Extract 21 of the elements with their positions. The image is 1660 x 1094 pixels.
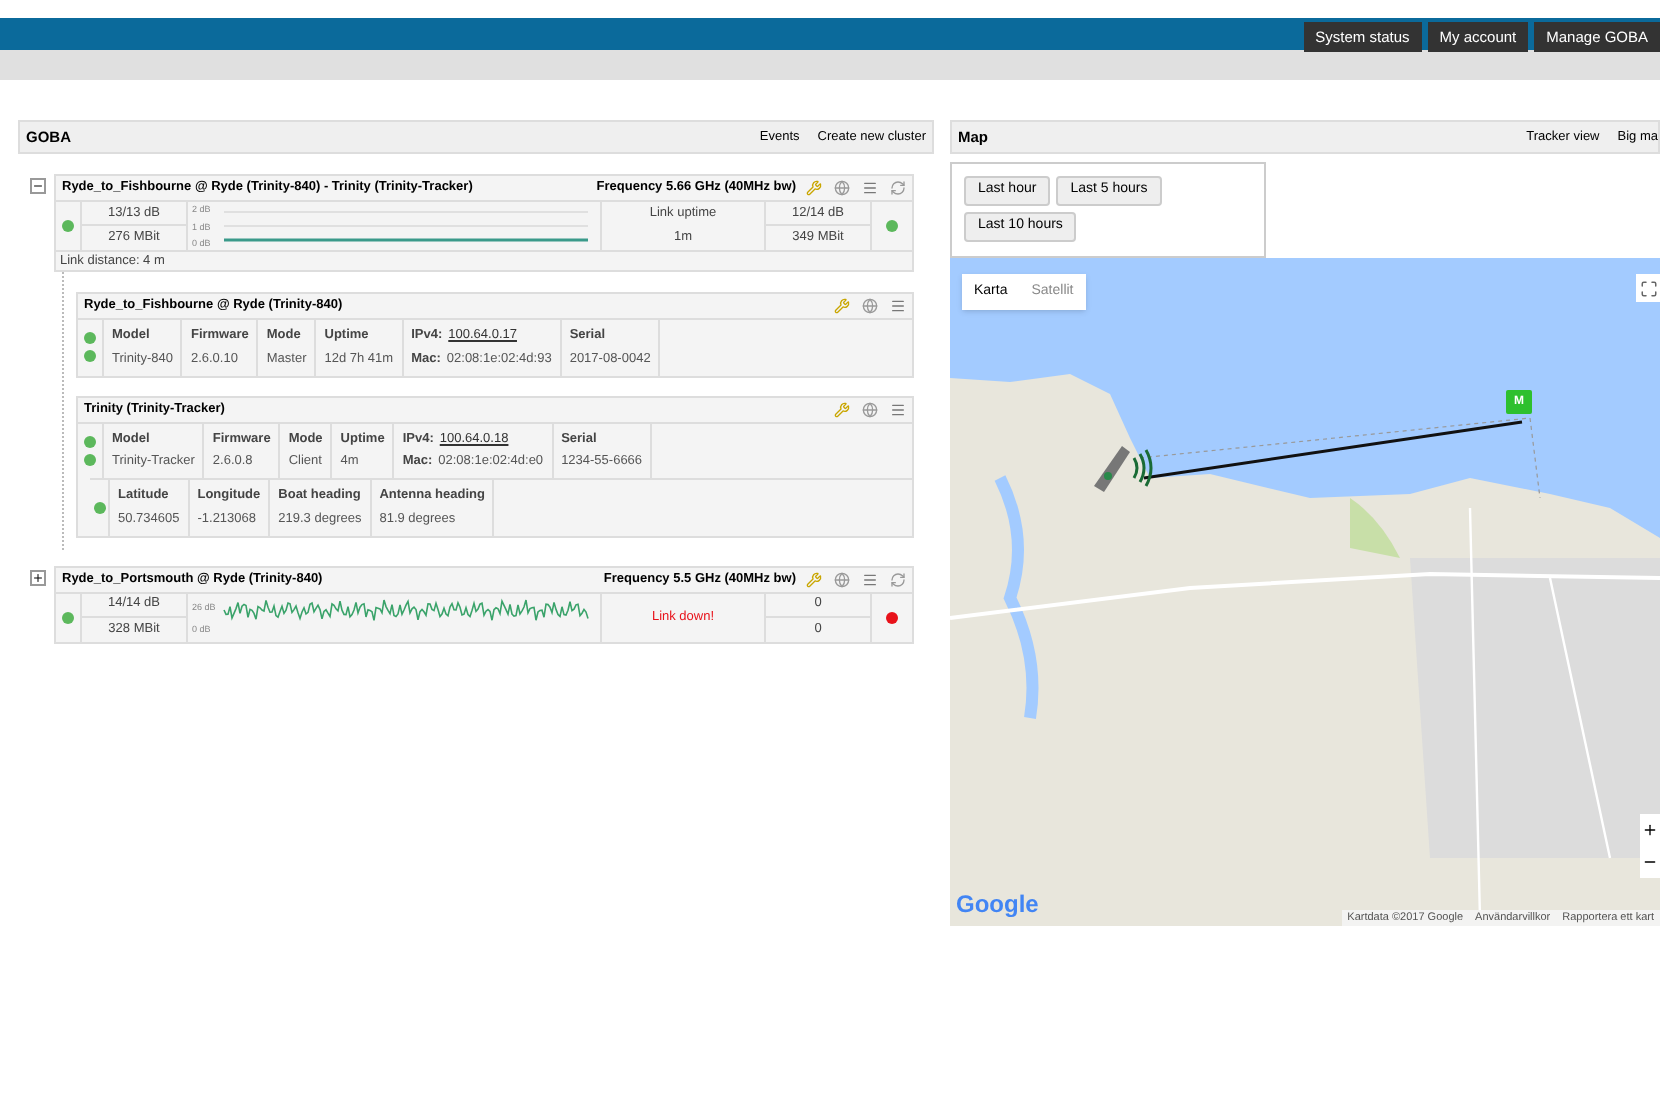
zoom-in-icon[interactable] [1642,822,1658,838]
wrench-icon[interactable] [834,298,850,314]
menu-icon[interactable] [890,401,906,417]
plus-icon [32,571,44,583]
wrench-icon[interactable] [806,180,822,196]
menu-icon[interactable] [862,571,878,587]
menu-icon[interactable] [862,180,878,196]
wrench-icon[interactable] [806,571,822,587]
globe-icon[interactable] [834,180,850,196]
expand-toggle[interactable] [30,178,46,194]
menu-icon[interactable] [890,298,906,314]
refresh-icon[interactable] [890,571,906,587]
globe-icon[interactable] [862,401,878,417]
expand-toggle[interactable] [30,569,46,585]
globe-icon[interactable] [834,571,850,587]
fullscreen-icon[interactable] [1639,279,1657,297]
map-logo: Google [956,888,1039,922]
wrench-icon[interactable] [834,401,850,417]
globe-icon[interactable] [862,298,878,314]
refresh-icon[interactable] [890,180,906,196]
minus-icon [32,180,44,192]
